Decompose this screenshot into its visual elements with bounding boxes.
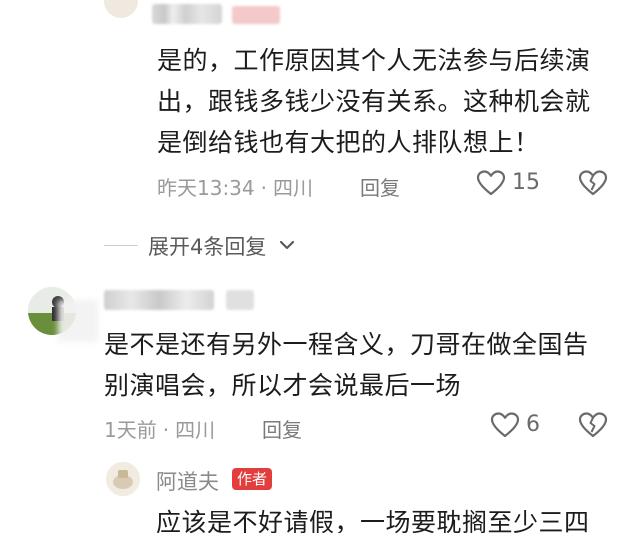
comment2-line: 是不是还有另外一程含义，刀哥在做全国告 <box>104 330 589 359</box>
heart-outline-icon[interactable] <box>476 169 506 197</box>
comment2-time: 1天前 <box>104 418 157 442</box>
comment2-line: 别演唱会，所以才会说最后一场 <box>104 371 462 400</box>
author-badge: 作者 <box>232 468 273 490</box>
comment1-line: 是的，工作原因其个人无法参与后续演 <box>157 46 591 75</box>
comment2-username-blurred[interactable] <box>104 290 214 310</box>
comment2-meta: 1天前 · 四川 <box>104 414 215 443</box>
expand-divider-line <box>104 245 138 246</box>
avatar-overlay-blur <box>58 300 98 342</box>
comment1-meta: 昨天13:34 · 四川 <box>157 172 313 201</box>
avatar-photo <box>106 462 140 496</box>
separator-dot: · <box>162 418 170 442</box>
expand-replies-button[interactable]: 展开4条回复 <box>148 231 266 261</box>
chevron-down-icon[interactable] <box>278 238 296 252</box>
comment1-tag-blurred <box>232 6 280 24</box>
comment1-like-count: 15 <box>512 170 540 195</box>
reply-author-avatar[interactable] <box>106 462 140 496</box>
comment1-line: 出，跟钱多钱少没有关系。这种机会就 <box>157 87 591 116</box>
comment1-avatar[interactable] <box>104 0 138 18</box>
reply-author-name[interactable]: 阿道夫 <box>156 466 219 496</box>
comment1-line: 是倒给钱也有大把的人排队想上！ <box>157 128 540 157</box>
broken-heart-icon[interactable] <box>578 411 608 439</box>
comment2-tag-blurred <box>226 290 254 310</box>
comment2-body: 是不是还有另外一程含义，刀哥在做全国告 别演唱会，所以才会说最后一场 <box>104 324 589 406</box>
comment1-time: 昨天13:34 <box>157 176 255 200</box>
comment1-username-blurred[interactable] <box>152 4 222 24</box>
broken-heart-icon[interactable] <box>578 169 608 197</box>
comment1-location: 四川 <box>273 176 313 200</box>
comment1-reply-button[interactable]: 回复 <box>360 172 400 201</box>
reply-text: 应该是不好请假，一场要耽搁至少三四 <box>156 508 590 533</box>
comment2-reply-button[interactable]: 回复 <box>262 414 302 443</box>
comment2-location: 四川 <box>175 418 216 442</box>
separator-dot: · <box>260 176 267 200</box>
heart-outline-icon[interactable] <box>490 411 520 439</box>
expand-replies-label: 展开4条回复 <box>148 235 267 259</box>
comment1-body: 是的，工作原因其个人无法参与后续演 出，跟钱多钱少没有关系。这种机会就 是倒给钱… <box>157 40 591 163</box>
comment2-like-count: 6 <box>526 412 540 437</box>
